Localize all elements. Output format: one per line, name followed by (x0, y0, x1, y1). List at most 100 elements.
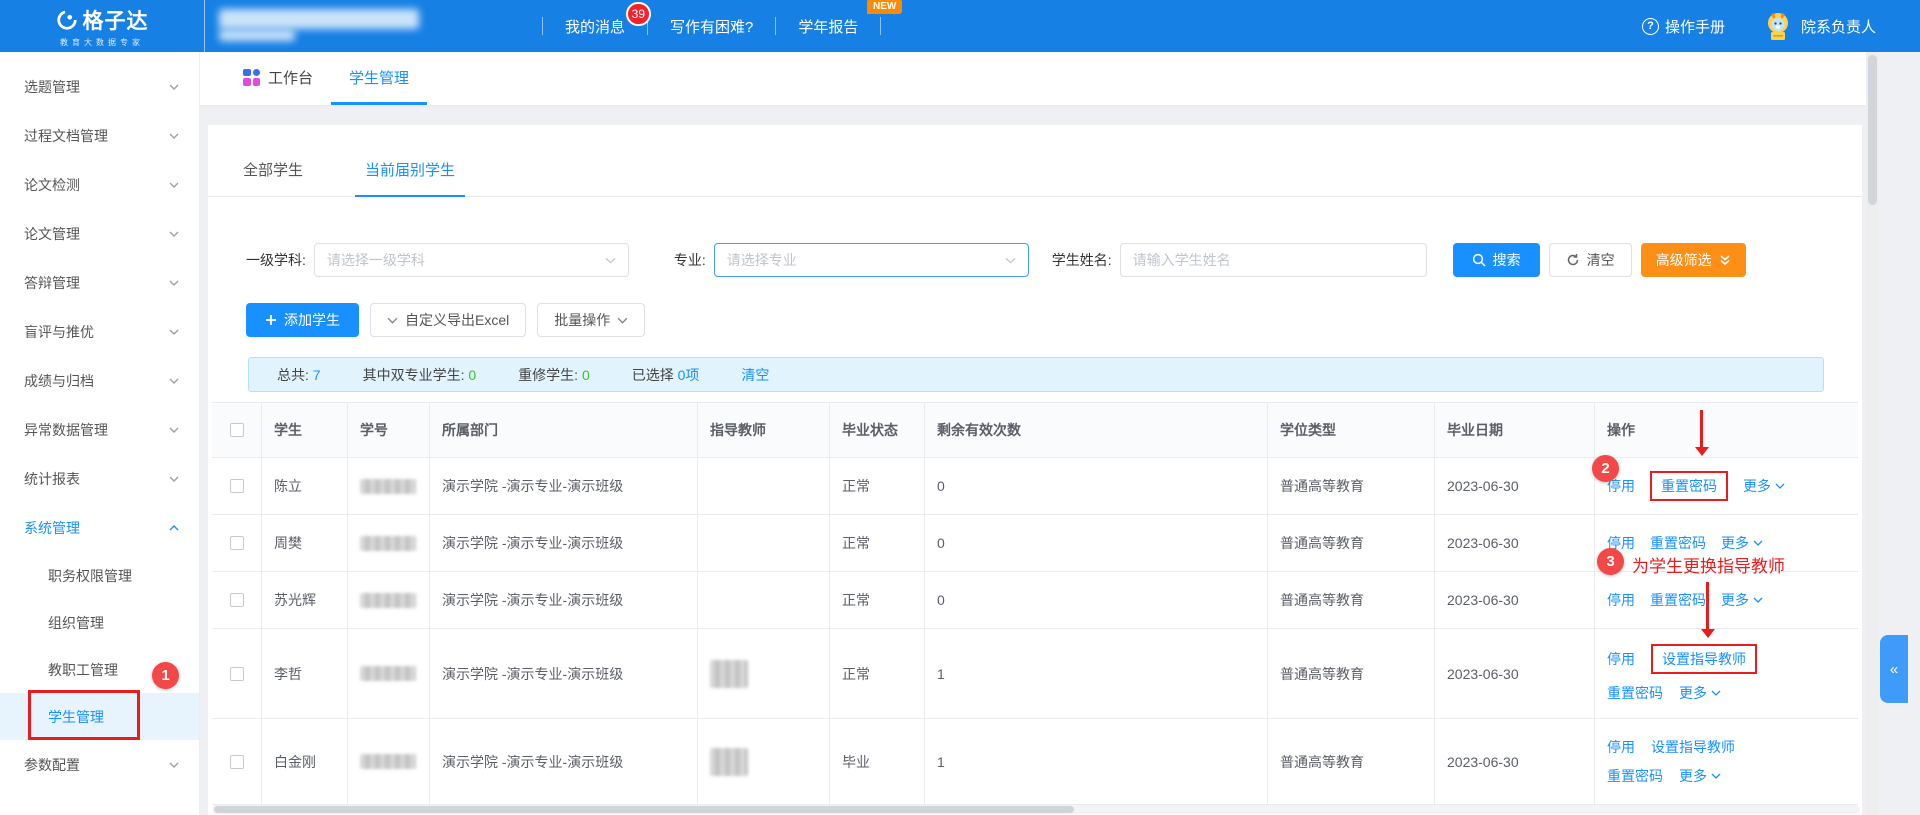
sidebar-item-label: 论文管理 (24, 224, 80, 244)
sidebar-subitem-label: 学生管理 (48, 707, 104, 727)
subtab-current-cohort[interactable]: 当前届别学生 (355, 159, 465, 197)
chevron-down-icon (169, 762, 179, 768)
horizontal-scrollbar[interactable] (212, 805, 1860, 814)
set-advisor-link[interactable]: 设置指导教师 (1662, 651, 1746, 667)
annotation-box-reset-password: 重置密码 (1650, 471, 1728, 501)
sidebar-item-label: 系统管理 (24, 518, 80, 538)
sidebar-item-label: 成绩与归档 (24, 371, 94, 391)
reset-password-link[interactable]: 重置密码 (1607, 766, 1663, 786)
major-select[interactable]: 请选择专业 (714, 243, 1029, 277)
sidebar-item-label: 参数配置 (24, 755, 80, 775)
set-advisor-link[interactable]: 设置指导教师 (1651, 737, 1735, 757)
sidebar-item-student-mgmt[interactable]: 学生管理 (0, 693, 199, 740)
reset-password-link[interactable]: 重置密码 (1661, 478, 1717, 494)
export-excel-button[interactable]: 自定义导出Excel (370, 303, 526, 337)
disable-link[interactable]: 停用 (1607, 649, 1635, 669)
disable-link[interactable]: 停用 (1607, 590, 1635, 610)
sidebar-item-organization-mgmt[interactable]: 组织管理 (0, 599, 199, 646)
page-tab-bar: 工作台 学生管理 (200, 52, 1866, 105)
chevron-down-icon (1711, 773, 1721, 779)
nav-writing-help[interactable]: 写作有困难? (648, 16, 775, 37)
vertical-scrollbar-thumb[interactable] (1868, 55, 1877, 205)
search-button[interactable]: 搜索 (1453, 243, 1540, 277)
col-header-operations: 操作 (1595, 403, 1858, 457)
sidebar-item-role-permission-mgmt[interactable]: 职务权限管理 (0, 552, 199, 599)
row-checkbox[interactable] (230, 479, 244, 493)
chevron-down-icon (169, 476, 179, 482)
chevron-down-icon (169, 182, 179, 188)
sidebar-item-thesis-check[interactable]: 论文检测 (0, 160, 199, 209)
chevron-down-icon (1753, 597, 1763, 603)
tab-workbench[interactable]: 工作台 (225, 52, 331, 105)
student-name: 李哲 (262, 629, 348, 718)
sidebar-item-statistics[interactable]: 统计报表 (0, 454, 199, 503)
reset-password-link[interactable]: 重置密码 (1650, 590, 1706, 610)
col-header-advisor: 指导教师 (698, 403, 830, 457)
disable-link[interactable]: 停用 (1607, 737, 1635, 757)
graduation-date: 2023-06-30 (1435, 719, 1595, 804)
manual-link[interactable]: ? 操作手册 (1642, 16, 1725, 37)
row-checkbox[interactable] (230, 593, 244, 607)
redacted-student-id (360, 479, 416, 494)
more-link[interactable]: 更多 (1721, 590, 1763, 610)
clear-button-label: 清空 (1587, 250, 1615, 270)
reset-password-link[interactable]: 重置密码 (1607, 683, 1663, 703)
row-checkbox[interactable] (230, 755, 244, 769)
add-student-button[interactable]: 添加学生 (246, 303, 359, 337)
student-department: 演示学院 -演示专业-演示班级 (430, 515, 698, 571)
horizontal-scrollbar-thumb[interactable] (214, 806, 1074, 813)
more-link[interactable]: 更多 (1679, 766, 1721, 786)
sidebar-item-label: 论文检测 (24, 175, 80, 195)
select-all-checkbox[interactable] (230, 423, 244, 437)
annotation-note-change-advisor: 为学生更换指导教师 (1632, 552, 1785, 577)
sidebar-item-blind-review[interactable]: 盲评与推优 (0, 307, 199, 356)
more-link[interactable]: 更多 (1721, 533, 1763, 553)
student-name: 陈立 (262, 458, 348, 514)
clear-button[interactable]: 清空 (1549, 243, 1632, 277)
vertical-scrollbar[interactable] (1866, 52, 1878, 815)
sidebar-item-grades-archive[interactable]: 成绩与归档 (0, 356, 199, 405)
student-department: 演示学院 -演示专业-演示班级 (430, 458, 698, 514)
summary-retake: 重修学生: 0 (518, 365, 590, 385)
sidebar-item-system-mgmt[interactable]: 系统管理 (0, 503, 199, 552)
sidebar-item-process-doc-mgmt[interactable]: 过程文档管理 (0, 111, 199, 160)
nav-my-messages[interactable]: 我的消息 39 (543, 16, 647, 37)
table-toolbar: 添加学生 自定义导出Excel 批量操作 (208, 303, 1862, 337)
more-link[interactable]: 更多 (1679, 683, 1721, 703)
reset-password-link[interactable]: 重置密码 (1650, 533, 1706, 553)
clear-selection-link[interactable]: 清空 (741, 365, 769, 385)
redacted-student-id (360, 593, 416, 608)
subject-select[interactable]: 请选择一级学科 (314, 243, 629, 277)
graduation-status: 正常 (830, 629, 925, 718)
sidebar-item-defense-mgmt[interactable]: 答辩管理 (0, 258, 199, 307)
user-menu[interactable]: 院系负责人 (1763, 11, 1876, 41)
sidebar-item-label: 盲评与推优 (24, 322, 94, 342)
row-checkbox[interactable] (230, 667, 244, 681)
student-name-input[interactable] (1120, 243, 1427, 277)
new-badge: NEW (867, 0, 902, 14)
more-link[interactable]: 更多 (1743, 476, 1785, 496)
sidebar-item-topic-mgmt[interactable]: 选题管理 (0, 62, 199, 111)
table-header-row: 学生 学号 所属部门 指导教师 毕业状态 剩余有效次数 学位类型 毕业日期 操作 (212, 403, 1858, 458)
student-name: 白金刚 (262, 719, 348, 804)
search-icon (1472, 253, 1486, 267)
col-header-graduation-status: 毕业状态 (830, 403, 925, 457)
sidebar-subitem-label: 教职工管理 (48, 660, 118, 680)
tab-student-mgmt[interactable]: 学生管理 (331, 52, 427, 105)
col-header-degree-type: 学位类型 (1268, 403, 1435, 457)
nav-annual-report[interactable]: 学年报告 NEW (776, 16, 880, 37)
advanced-filter-button[interactable]: 高级筛选 (1641, 243, 1746, 277)
sidebar-item-abnormal-data[interactable]: 异常数据管理 (0, 405, 199, 454)
col-header-student: 学生 (262, 403, 348, 457)
col-header-graduation-date: 毕业日期 (1435, 403, 1595, 457)
student-name-filter-label: 学生姓名: (1052, 250, 1112, 270)
sidebar-item-thesis-mgmt[interactable]: 论文管理 (0, 209, 199, 258)
subtab-all-students[interactable]: 全部学生 (233, 159, 313, 197)
batch-actions-button[interactable]: 批量操作 (537, 303, 645, 337)
student-advisor (698, 515, 830, 571)
table-row: 苏光辉 演示学院 -演示专业-演示班级 正常 0 普通高等教育 2023-06-… (212, 572, 1858, 629)
redacted-student-id (360, 666, 416, 681)
panel-collapse-handle[interactable]: « (1880, 635, 1908, 703)
row-checkbox[interactable] (230, 536, 244, 550)
sidebar-item-parameter-config[interactable]: 参数配置 (0, 740, 199, 789)
